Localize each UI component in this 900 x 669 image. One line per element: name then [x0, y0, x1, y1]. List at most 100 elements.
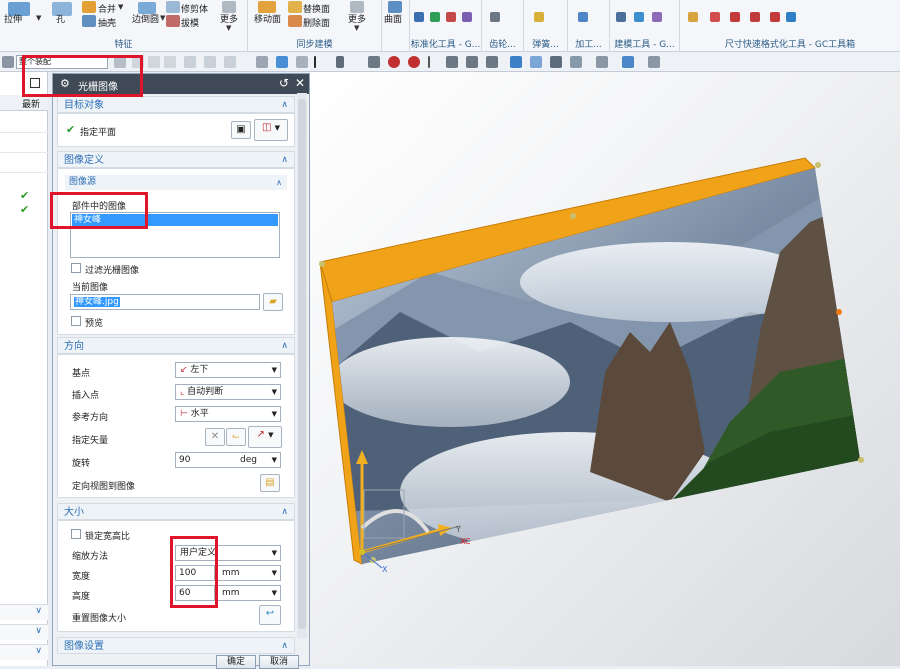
std-tool-icon[interactable]	[462, 12, 472, 22]
ok-button[interactable]: 确定	[216, 655, 256, 669]
unite-button[interactable]: 合并	[98, 2, 116, 15]
scrollbar-thumb[interactable]	[298, 99, 306, 629]
extrude-button[interactable]: 拉伸	[4, 12, 22, 25]
line-icon[interactable]	[314, 56, 316, 68]
move-face-button[interactable]: 移动面	[254, 12, 281, 25]
draft-button[interactable]: 拔模	[181, 16, 199, 29]
shell-icon[interactable]	[82, 15, 96, 27]
hole-button[interactable]: 孔	[56, 12, 65, 25]
plane-selector-button[interactable]: ◫ ▼	[254, 119, 288, 141]
render-icon[interactable]	[648, 56, 660, 68]
ref-direction-dropdown[interactable]: ⊢ 水平 ▼	[175, 406, 281, 422]
current-image-field[interactable]: 神女峰.jpg	[70, 294, 260, 310]
chevron-down-icon[interactable]: ▼	[160, 14, 165, 22]
preview-checkbox[interactable]	[71, 316, 81, 326]
render-icon[interactable]	[596, 56, 608, 68]
view-icon[interactable]	[570, 56, 582, 68]
filter-raster-checkbox[interactable]	[71, 263, 81, 273]
menu-icon[interactable]	[2, 56, 14, 68]
cube-icon[interactable]	[256, 56, 268, 68]
dim-tool-icon[interactable]	[786, 12, 796, 22]
std-tool-icon[interactable]	[430, 12, 440, 22]
height-unit-dropdown[interactable]: mm ▼	[217, 585, 281, 601]
view-icon[interactable]	[510, 56, 522, 68]
section-image-def[interactable]: 图像定义 ∧	[57, 151, 295, 168]
replace-face-icon[interactable]	[288, 1, 302, 13]
dim-tool-icon[interactable]	[730, 12, 740, 22]
frame-handle[interactable]	[319, 261, 325, 267]
delete-face-button[interactable]: 删除面	[303, 16, 330, 29]
modeling-tool-icon[interactable]	[634, 12, 644, 22]
panel-collapse[interactable]: ∨	[0, 624, 48, 640]
section-image-settings[interactable]: 图像设置 ∧	[57, 637, 295, 654]
section-orientation[interactable]: 方向 ∧	[57, 337, 295, 354]
modeling-tool-icon[interactable]	[616, 12, 626, 22]
section-target[interactable]: 目标对象 ∧	[57, 96, 295, 113]
shell-button[interactable]: 抽壳	[98, 16, 116, 29]
gear-icon[interactable]	[490, 12, 500, 22]
select-icon[interactable]	[276, 56, 288, 68]
snap-icon[interactable]	[204, 56, 216, 68]
frame-handle[interactable]	[858, 457, 864, 463]
snap-icon[interactable]	[224, 56, 236, 68]
column-latest[interactable]: 最新	[22, 97, 40, 110]
base-point-dropdown[interactable]: ↙ 左下 ▼	[175, 362, 281, 378]
snap-icon[interactable]	[466, 56, 478, 68]
panel-collapse[interactable]: ∨	[0, 604, 48, 620]
dim-tool-icon[interactable]	[750, 12, 760, 22]
snap-icon[interactable]	[486, 56, 498, 68]
subsection-image-source[interactable]: 图像源 ∧	[65, 175, 287, 190]
chevron-down-icon[interactable]: ▼	[36, 14, 41, 22]
chevron-down-icon[interactable]: ▼	[226, 24, 231, 32]
replace-face-button[interactable]: 替换面	[303, 2, 330, 15]
reset-icon[interactable]: ↺	[279, 76, 289, 90]
insert-point-dropdown[interactable]: ⌞ 自动判断 ▼	[175, 384, 281, 400]
snap-icon[interactable]	[148, 56, 160, 68]
dim-tool-icon[interactable]	[770, 12, 780, 22]
std-tool-icon[interactable]	[414, 12, 424, 22]
machining-icon[interactable]	[578, 12, 588, 22]
reset-size-button[interactable]: ↩	[259, 605, 281, 625]
dim-tool-icon[interactable]	[688, 12, 698, 22]
view-icon[interactable]	[530, 56, 542, 68]
rotation-field[interactable]: 90 deg ▼	[175, 452, 281, 468]
cancel-button[interactable]: 取消	[259, 655, 299, 669]
vector-selector-button[interactable]: ↗ ▼	[248, 426, 282, 448]
select-icon[interactable]	[296, 56, 308, 68]
width-unit-dropdown[interactable]: mm ▼	[217, 565, 281, 581]
spring-icon[interactable]	[534, 12, 544, 22]
open-file-button[interactable]: ▰	[263, 293, 283, 311]
close-icon[interactable]: ✕	[295, 76, 305, 90]
circle-icon[interactable]	[408, 56, 420, 68]
surface-button[interactable]: 曲面	[384, 12, 402, 25]
render-icon[interactable]	[622, 56, 634, 68]
circle-center-icon[interactable]	[388, 56, 400, 68]
reverse-direction-button[interactable]: ✕	[205, 428, 225, 446]
snap-icon[interactable]	[164, 56, 176, 68]
frame-handle[interactable]	[570, 213, 576, 219]
frame-handle[interactable]	[815, 162, 821, 168]
plus-icon[interactable]	[428, 56, 430, 68]
section-size[interactable]: 大小 ∧	[57, 503, 295, 520]
dialog-scrollbar[interactable]	[297, 93, 307, 638]
panel-collapse[interactable]: ∨	[0, 644, 48, 660]
line-icon[interactable]	[446, 56, 458, 68]
trim-body-button[interactable]: 修剪体	[181, 2, 208, 15]
snap-point-icon[interactable]	[368, 56, 380, 68]
delete-face-icon[interactable]	[288, 15, 302, 27]
std-tool-icon[interactable]	[446, 12, 456, 22]
lock-aspect-checkbox[interactable]	[71, 529, 81, 539]
line-icon[interactable]	[336, 56, 344, 68]
chevron-down-icon[interactable]: ▼	[118, 3, 123, 11]
snap-icon[interactable]	[184, 56, 196, 68]
edge-blend-button[interactable]: 边倒圆	[132, 12, 159, 25]
chevron-down-icon[interactable]: ▼	[354, 24, 359, 32]
unite-icon[interactable]	[82, 1, 96, 13]
graphics-window[interactable]: Y XC X	[310, 72, 900, 666]
modeling-tool-icon[interactable]	[652, 12, 662, 22]
frame-handle[interactable]	[836, 309, 842, 315]
plane-dialog-button[interactable]: ▣	[231, 121, 251, 139]
view-icon[interactable]	[550, 56, 562, 68]
trim-body-icon[interactable]	[166, 1, 180, 13]
dim-tool-icon[interactable]	[710, 12, 720, 22]
